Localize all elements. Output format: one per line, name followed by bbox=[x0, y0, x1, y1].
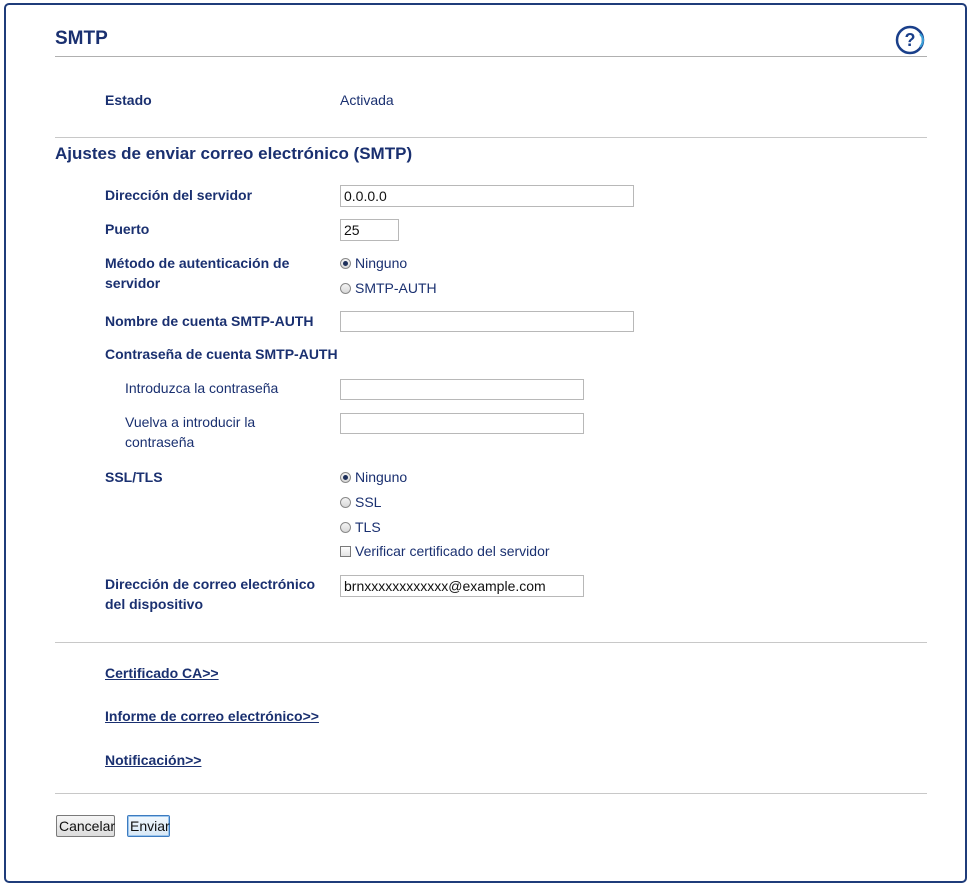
ssl-option-ssl-label: SSL bbox=[355, 494, 382, 510]
auth-option-smtp-auth-label: SMTP-AUTH bbox=[355, 280, 437, 296]
auth-option-none[interactable]: Ninguno bbox=[340, 253, 407, 273]
port-label: Puerto bbox=[105, 221, 150, 237]
account-name-input[interactable] bbox=[340, 311, 634, 332]
device-email-input[interactable] bbox=[340, 575, 584, 597]
radio-checked-icon[interactable] bbox=[340, 257, 351, 269]
enter-password-input[interactable] bbox=[340, 379, 584, 400]
title-divider bbox=[55, 56, 927, 57]
device-email-label-line1: Dirección de correo electrónico bbox=[105, 576, 316, 592]
radio-unchecked-icon[interactable] bbox=[340, 282, 351, 294]
email-report-link[interactable]: Informe de correo electrónico>> bbox=[105, 708, 319, 724]
auth-method-label-line2: servidor bbox=[105, 275, 161, 291]
port-input[interactable] bbox=[340, 219, 399, 241]
cancel-button[interactable]: Cancelar bbox=[56, 815, 115, 837]
server-address-input[interactable] bbox=[340, 185, 634, 207]
verify-certificate-label: Verificar certificado del servidor bbox=[355, 543, 550, 559]
section-title: Ajustes de enviar correo electrónico (SM… bbox=[55, 144, 413, 163]
buttons-divider bbox=[55, 793, 927, 794]
ssl-option-tls-label: TLS bbox=[355, 519, 381, 535]
ca-certificate-link[interactable]: Certificado CA>> bbox=[105, 665, 219, 681]
links-divider bbox=[55, 642, 927, 643]
ssl-option-none-label: Ninguno bbox=[355, 469, 408, 485]
reenter-password-label-line2: contraseña bbox=[125, 434, 195, 450]
radio-unchecked-icon[interactable] bbox=[340, 496, 351, 508]
enter-password-label: Introduzca la contraseña bbox=[125, 380, 279, 396]
submit-button[interactable]: Enviar bbox=[127, 815, 170, 837]
ssl-option-tls[interactable]: TLS bbox=[340, 517, 381, 537]
ssl-tls-label: SSL/TLS bbox=[105, 469, 163, 485]
notification-link[interactable]: Notificación>> bbox=[105, 752, 201, 768]
account-password-label: Contraseña de cuenta SMTP-AUTH bbox=[105, 346, 338, 362]
ssl-option-ssl[interactable]: SSL bbox=[340, 492, 381, 512]
radio-unchecked-icon[interactable] bbox=[340, 521, 351, 533]
status-value: Activada bbox=[340, 92, 394, 108]
device-email-label-line2: del dispositivo bbox=[105, 596, 204, 612]
svg-text:?: ? bbox=[905, 30, 916, 50]
auth-option-none-label: Ninguno bbox=[355, 255, 408, 271]
reenter-password-label-line1: Vuelva a introducir la bbox=[125, 414, 256, 430]
reenter-password-input[interactable] bbox=[340, 413, 584, 434]
auth-option-smtp-auth[interactable]: SMTP-AUTH bbox=[340, 278, 437, 298]
server-address-label: Dirección del servidor bbox=[105, 187, 253, 203]
radio-checked-icon[interactable] bbox=[340, 471, 351, 483]
checkbox-icon[interactable] bbox=[340, 545, 351, 557]
verify-certificate-checkbox[interactable]: Verificar certificado del servidor bbox=[340, 541, 550, 561]
status-label: Estado bbox=[105, 92, 152, 108]
section-divider bbox=[55, 137, 927, 138]
auth-method-label-line1: Método de autenticación de bbox=[105, 255, 290, 271]
help-icon[interactable]: ? bbox=[895, 25, 925, 55]
account-name-label: Nombre de cuenta SMTP-AUTH bbox=[105, 313, 314, 329]
ssl-option-none[interactable]: Ninguno bbox=[340, 467, 407, 487]
page-title: SMTP bbox=[55, 28, 108, 49]
